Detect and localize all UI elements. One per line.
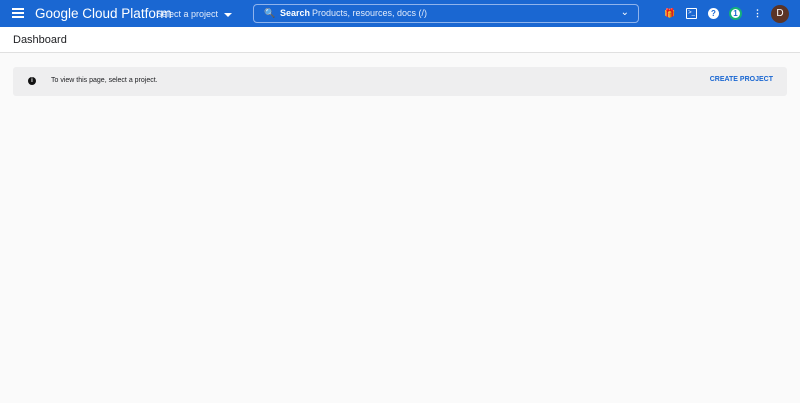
search-label: Search bbox=[280, 8, 311, 18]
notification-badge[interactable]: 1 bbox=[729, 7, 742, 20]
create-project-button[interactable]: CREATE PROJECT bbox=[710, 76, 773, 83]
cloud-shell-icon[interactable]: >_ bbox=[686, 8, 697, 19]
avatar[interactable]: D bbox=[771, 5, 789, 23]
page-header: Dashboard bbox=[0, 27, 800, 53]
help-icon[interactable]: ? bbox=[708, 8, 719, 19]
banner-message: To view this page, select a project. bbox=[51, 77, 158, 84]
brand-logo[interactable]: Google Cloud Platform bbox=[35, 6, 172, 21]
project-selector-label: Select a project bbox=[156, 9, 219, 19]
search-icon: 🔍 bbox=[264, 8, 276, 18]
info-icon: i bbox=[28, 77, 36, 85]
gift-icon[interactable]: 🎁 bbox=[664, 8, 675, 19]
project-selector[interactable]: Select a project bbox=[156, 9, 233, 19]
menu-icon[interactable] bbox=[12, 8, 24, 18]
search-placeholder: Products, resources, docs (/) bbox=[312, 8, 428, 18]
chevron-down-icon[interactable]: ⌄ bbox=[621, 4, 629, 21]
select-project-banner: i To view this page, select a project. C… bbox=[13, 67, 787, 96]
top-bar: Google Cloud Platform Select a project 🔍… bbox=[0, 0, 800, 27]
page-title: Dashboard bbox=[13, 34, 67, 46]
caret-down-icon bbox=[224, 12, 233, 17]
search-input[interactable]: 🔍 Search Products, resources, docs (/) ⌄ bbox=[253, 4, 639, 23]
more-vert-icon[interactable]: ⋮ bbox=[752, 8, 763, 19]
